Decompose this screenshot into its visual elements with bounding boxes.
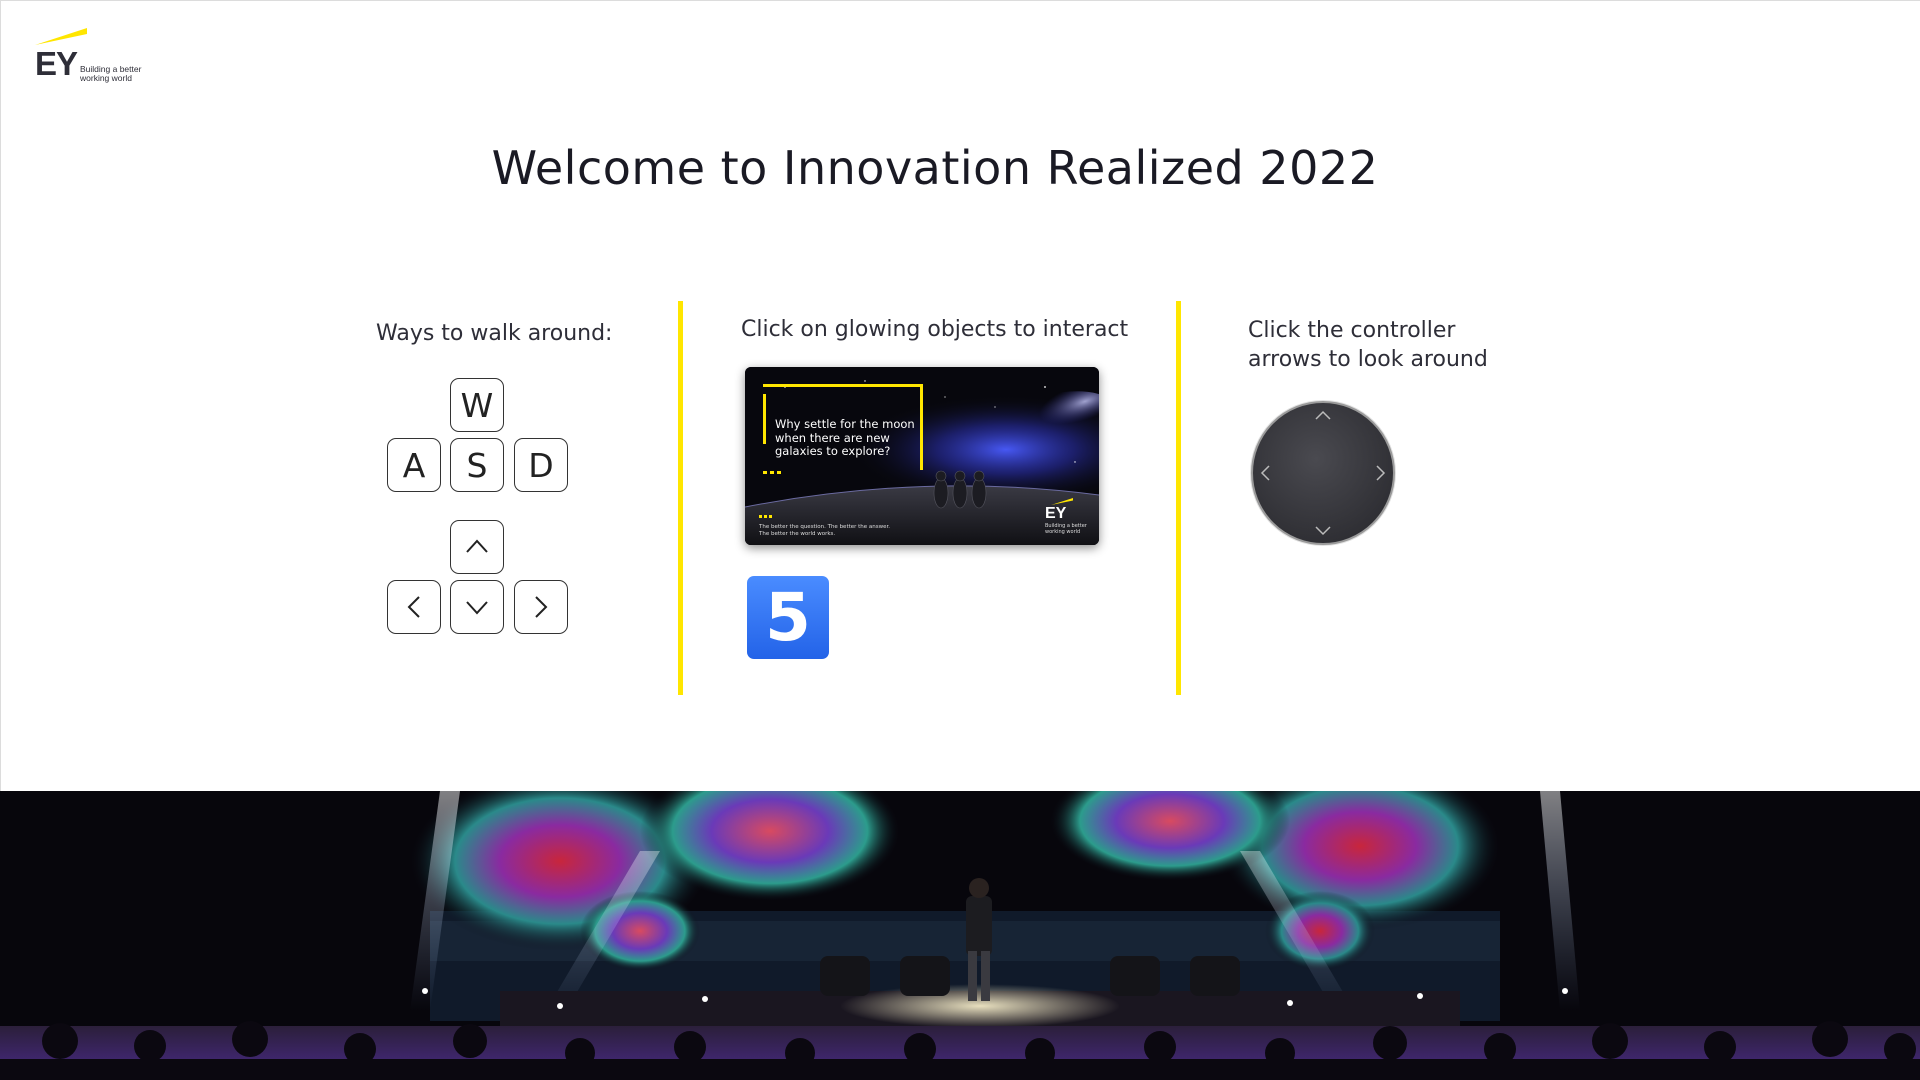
walk-heading: Ways to walk around:: [376, 321, 613, 346]
key-up-arrow: [450, 520, 504, 574]
look-heading-line1: Click the controller: [1248, 318, 1456, 343]
welcome-screen: EY Building a better working world Welco…: [0, 0, 1920, 1080]
yellow-divider-left: [678, 301, 683, 695]
logo-tagline: Building a better working world: [80, 64, 142, 83]
yellow-divider-right: [1176, 301, 1181, 695]
page-title: Welcome to Innovation Realized 2022: [491, 141, 1379, 195]
number-five-badge: 5: [747, 576, 829, 659]
poster-frame-left: [763, 394, 766, 444]
key-left-arrow: [387, 580, 441, 634]
stage-event-photo: [0, 791, 1920, 1080]
joystick-controller-icon: [1250, 400, 1396, 546]
poster-ey-beam-icon: [1051, 498, 1073, 505]
key-a: A: [387, 438, 441, 492]
key-s: S: [450, 438, 504, 492]
poster-footer: The better the question. The better the …: [759, 524, 891, 537]
right-arrow-icon: [535, 596, 548, 618]
key-down-arrow: [450, 580, 504, 634]
poster-ey-logo: EY: [1045, 505, 1067, 522]
key-d: D: [514, 438, 568, 492]
instructions-panel: EY Building a better working world Welco…: [0, 0, 1920, 791]
down-arrow-icon: [466, 601, 488, 615]
ey-beam-icon: [35, 28, 87, 45]
poster-ey-tagline: Building a better working world: [1045, 523, 1087, 535]
up-arrow-icon: [466, 539, 488, 553]
glowing-poster-example: Why settle for the moon when there are n…: [745, 367, 1099, 545]
interact-heading: Click on glowing objects to interact: [741, 317, 1129, 342]
logo-wordmark: EY: [35, 45, 78, 82]
stage-scene-image: [0, 791, 1920, 1080]
poster-headline: Why settle for the moon when there are n…: [775, 417, 915, 458]
left-arrow-icon: [407, 596, 420, 618]
ey-logo: EY Building a better working world: [35, 25, 165, 85]
key-w: W: [450, 378, 504, 432]
look-heading-line2: arrows to look around: [1248, 347, 1488, 372]
key-right-arrow: [514, 580, 568, 634]
